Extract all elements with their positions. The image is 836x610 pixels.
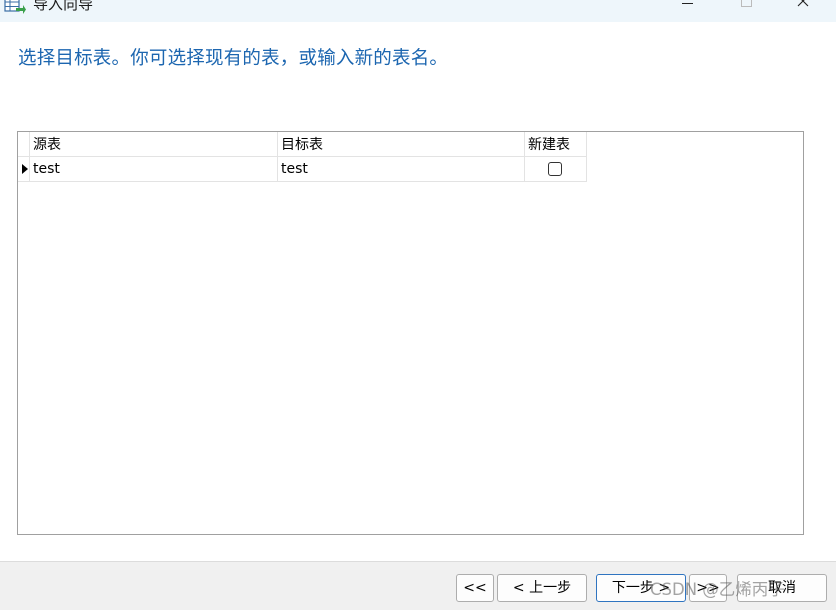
- close-icon: [797, 0, 809, 7]
- table-mapping-grid: 源表 目标表 新建表 test test: [17, 131, 804, 535]
- previous-step-button[interactable]: < 上一步: [497, 574, 587, 602]
- import-wizard-icon: [4, 0, 26, 16]
- table-row[interactable]: test test: [18, 156, 587, 182]
- source-table-cell[interactable]: test: [29, 156, 278, 182]
- row-selector[interactable]: [18, 156, 30, 182]
- first-step-button[interactable]: <<: [456, 574, 494, 602]
- grid-header-row: 源表 目标表 新建表: [18, 132, 587, 157]
- close-button[interactable]: [780, 0, 826, 22]
- watermark: CSDN @乙烯丙子: [650, 580, 785, 599]
- column-header-target-table[interactable]: 目标表: [277, 132, 525, 157]
- minimize-button[interactable]: [664, 0, 710, 22]
- column-header-new-table[interactable]: 新建表: [524, 132, 587, 157]
- row-indicator-header: [18, 132, 30, 157]
- maximize-button[interactable]: [722, 0, 768, 22]
- target-table-cell[interactable]: test: [277, 156, 525, 182]
- maximize-icon: [741, 0, 752, 7]
- instruction-text: 选择目标表。你可选择现有的表，或输入新的表名。: [18, 48, 449, 69]
- new-table-checkbox[interactable]: [548, 162, 562, 176]
- minimize-icon: [682, 3, 693, 4]
- window-title: 导入向导: [33, 0, 94, 13]
- title-bar: 导入向导: [0, 0, 836, 22]
- current-row-arrow-icon: [22, 164, 28, 174]
- column-header-source-table[interactable]: 源表: [29, 132, 278, 157]
- new-table-cell[interactable]: [524, 156, 587, 182]
